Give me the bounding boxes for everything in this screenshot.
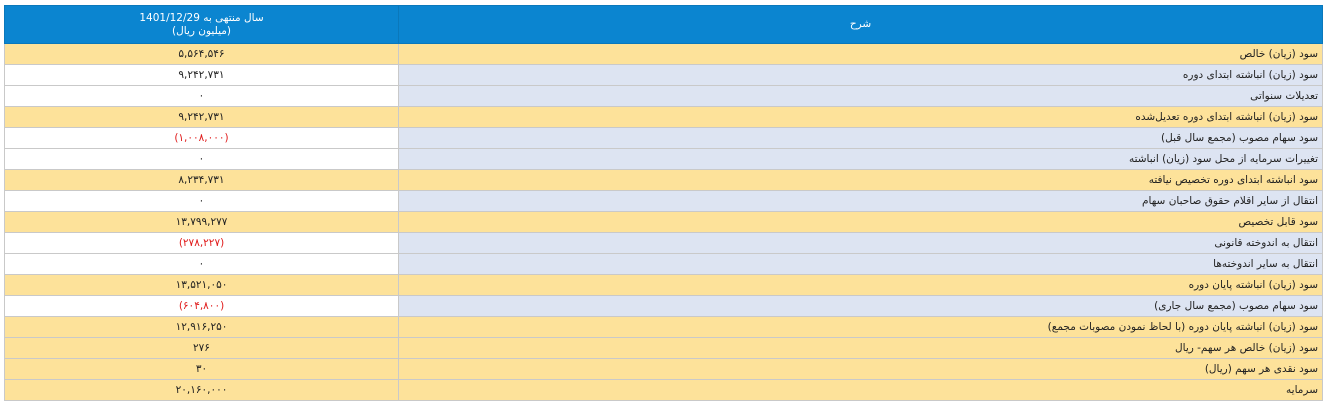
row-label: سود انباشته ابتدای دوره تخصیص نیافته xyxy=(398,169,1323,191)
row-label: تعدیلات سنواتی xyxy=(398,85,1323,107)
row-value: (۲۷۸,۲۲۷) xyxy=(4,232,399,254)
row-value: ۱۳,۵۲۱,۰۵۰ xyxy=(4,274,399,296)
column-header-description: شرح xyxy=(398,5,1323,44)
row-label: انتقال به اندوخته قانونی xyxy=(398,232,1323,254)
row-label: تغییرات سرمایه از محل سود (زیان) انباشته xyxy=(398,148,1323,170)
row-label: سود سهام مصوب (مجمع سال جاری) xyxy=(398,295,1323,317)
table-row: ۵,۵۶۴,۵۴۶ سود (زیان) خالص xyxy=(4,43,1323,65)
column-header-period: سال منتهی به 1401/12/29 (میلیون ریال) xyxy=(4,5,399,44)
period-title: سال منتهی به 1401/12/29 xyxy=(139,11,264,24)
row-label: سود (زیان) خالص xyxy=(398,43,1323,65)
table-row: ۰ انتقال از سایر اقلام حقوق صاحبان سهام xyxy=(4,190,1323,212)
row-label: سود نقدی هر سهم (ریال) xyxy=(398,358,1323,380)
table-row: ۳۰ سود نقدی هر سهم (ریال) xyxy=(4,358,1323,380)
table-row: ۰ انتقال به سایر اندوخته‌ها xyxy=(4,253,1323,275)
table-header-row: سال منتهی به 1401/12/29 (میلیون ریال) شر… xyxy=(4,5,1323,44)
row-value: (۶۰۴,۸۰۰) xyxy=(4,295,399,317)
profit-distribution-table-container: سال منتهی به 1401/12/29 (میلیون ریال) شر… xyxy=(4,5,1323,401)
row-label: سرمایه xyxy=(398,379,1323,401)
row-label: سود (زیان) انباشته ابتدای دوره xyxy=(398,64,1323,86)
profit-distribution-table: سال منتهی به 1401/12/29 (میلیون ریال) شر… xyxy=(4,5,1323,401)
row-label: سود (زیان) انباشته پایان دوره xyxy=(398,274,1323,296)
row-value: ۰ xyxy=(4,148,399,170)
row-value: ۰ xyxy=(4,253,399,275)
row-label: سود (زیان) انباشته ابتدای دوره تعدیل‌شده xyxy=(398,106,1323,128)
row-value: ۳۰ xyxy=(4,358,399,380)
row-value: ۰ xyxy=(4,85,399,107)
row-value: ۵,۵۶۴,۵۴۶ xyxy=(4,43,399,65)
row-value: ۰ xyxy=(4,190,399,212)
table-row: ۱۳,۵۲۱,۰۵۰ سود (زیان) انباشته پایان دوره xyxy=(4,274,1323,296)
table-row: ۲۰,۱۶۰,۰۰۰ سرمایه xyxy=(4,379,1323,401)
row-value: ۹,۲۴۲,۷۳۱ xyxy=(4,106,399,128)
table-row: (۶۰۴,۸۰۰) سود سهام مصوب (مجمع سال جاری) xyxy=(4,295,1323,317)
row-value: ۱۳,۷۹۹,۲۷۷ xyxy=(4,211,399,233)
row-label: سود قابل تخصیص xyxy=(398,211,1323,233)
table-row: ۰ تغییرات سرمایه از محل سود (زیان) انباشت… xyxy=(4,148,1323,170)
table-row: (۲۷۸,۲۲۷) انتقال به اندوخته قانونی xyxy=(4,232,1323,254)
row-label: سود (زیان) انباشته پایان دوره (با لحاظ ن… xyxy=(398,316,1323,338)
table-row: (۱,۰۰۸,۰۰۰) سود سهام مصوب (مجمع سال قبل) xyxy=(4,127,1323,149)
row-label: انتقال به سایر اندوخته‌ها xyxy=(398,253,1323,275)
row-value: ۱۲,۹۱۶,۲۵۰ xyxy=(4,316,399,338)
period-unit: (میلیون ریال) xyxy=(172,24,231,37)
row-value: ۸,۲۳۴,۷۳۱ xyxy=(4,169,399,191)
row-value: ۲۷۶ xyxy=(4,337,399,359)
table-row: ۱۳,۷۹۹,۲۷۷ سود قابل تخصیص xyxy=(4,211,1323,233)
row-label: انتقال از سایر اقلام حقوق صاحبان سهام xyxy=(398,190,1323,212)
table-row: ۹,۲۴۲,۷۳۱ سود (زیان) انباشته ابتدای دوره xyxy=(4,64,1323,86)
row-value: ۹,۲۴۲,۷۳۱ xyxy=(4,64,399,86)
row-value: (۱,۰۰۸,۰۰۰) xyxy=(4,127,399,149)
row-label: سود سهام مصوب (مجمع سال قبل) xyxy=(398,127,1323,149)
table-row: ۱۲,۹۱۶,۲۵۰ سود (زیان) انباشته پایان دوره … xyxy=(4,316,1323,338)
row-value: ۲۰,۱۶۰,۰۰۰ xyxy=(4,379,399,401)
row-label: سود (زیان) خالص هر سهم- ریال xyxy=(398,337,1323,359)
table-row: ۰ تعدیلات سنواتی xyxy=(4,85,1323,107)
table-row: ۲۷۶ سود (زیان) خالص هر سهم- ریال xyxy=(4,337,1323,359)
table-row: ۸,۲۳۴,۷۳۱ سود انباشته ابتدای دوره تخصیص ن… xyxy=(4,169,1323,191)
table-row: ۹,۲۴۲,۷۳۱ سود (زیان) انباشته ابتدای دوره … xyxy=(4,106,1323,128)
